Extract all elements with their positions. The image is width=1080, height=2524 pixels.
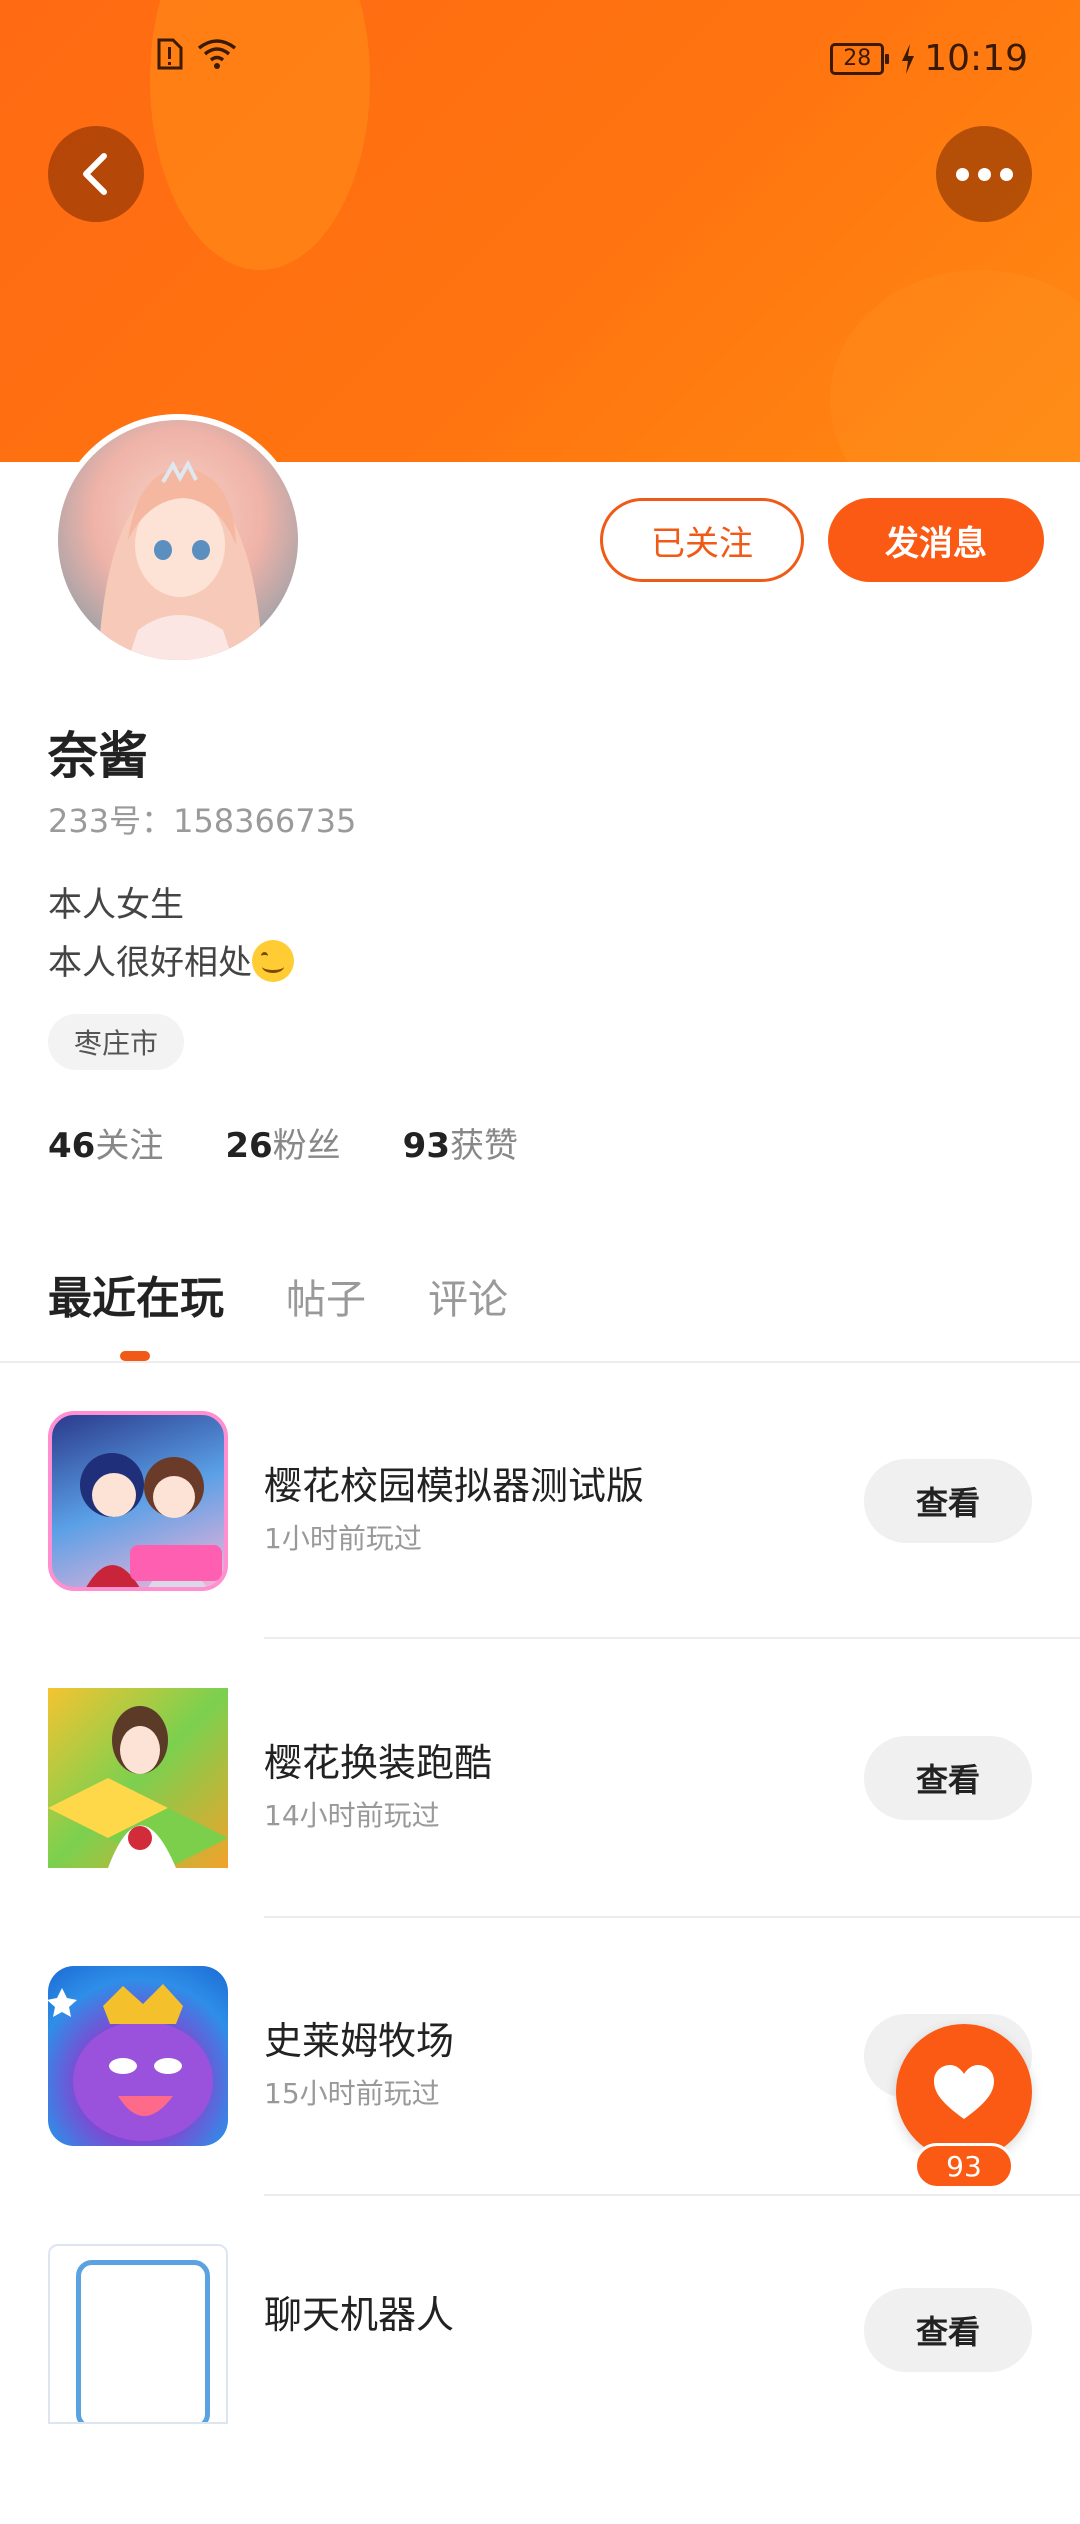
back-button[interactable] [48, 126, 144, 222]
battery-icon: 28 [830, 42, 890, 75]
game-last-played: 14小时前玩过 [264, 1799, 440, 1832]
view-game-button[interactable]: 查看 [864, 1459, 1032, 1543]
location-tag: 枣庄市 [48, 1014, 185, 1070]
divider [264, 1916, 1080, 1918]
stat-fans[interactable]: 26粉丝 [225, 1118, 340, 1167]
stat-following[interactable]: 46关注 [48, 1118, 163, 1167]
game-list-item[interactable]: 樱花校园模拟器测试版 1小时前玩过 查看 [0, 1411, 1080, 1691]
game-icon [48, 1411, 228, 1591]
heart-icon [934, 2065, 994, 2119]
game-name: 史莱姆牧场 [264, 2019, 455, 2063]
game-name: 樱花换装跑酷 [264, 1741, 493, 1785]
game-last-played: 15小时前玩过 [264, 2077, 440, 2110]
wifi-icon [197, 39, 237, 69]
user-id: 233号：158366735 [48, 802, 357, 840]
active-tab-indicator [120, 1351, 150, 1361]
profile-tabs: 最近在玩 帖子 评论 [48, 1262, 508, 1326]
game-icon [48, 1966, 228, 2146]
header-decoration [830, 270, 1080, 462]
game-icon [48, 2244, 228, 2424]
user-name: 奈酱 [48, 727, 148, 785]
avatar-image [58, 420, 298, 660]
smile-emoji-icon [252, 940, 294, 982]
status-bar: 28 10:19 [0, 0, 1080, 120]
divider [0, 1361, 1080, 1363]
tab-posts[interactable]: 帖子 [286, 1267, 366, 1325]
game-list-item[interactable]: 樱花换装跑酷 14小时前玩过 查看 [0, 1688, 1080, 1968]
divider [264, 1637, 1080, 1639]
bio-line: 本人女生 [48, 885, 184, 925]
send-message-button[interactable]: 发消息 [828, 498, 1044, 582]
game-list-item[interactable]: 聊天机器人 查看 [0, 2244, 1080, 2524]
clock: 10:19 [924, 38, 1028, 79]
user-bio: 本人女生 本人很好相处 [48, 876, 294, 992]
profile-stats: 46关注 26粉丝 93获赞 [48, 1118, 518, 1167]
more-dots-icon [955, 167, 1013, 181]
bio-line: 本人很好相处 [48, 934, 294, 992]
chevron-left-icon [83, 153, 107, 195]
view-game-button[interactable]: 查看 [864, 2288, 1032, 2372]
alert-sim-icon [157, 38, 183, 70]
avatar[interactable] [52, 414, 304, 666]
view-game-button[interactable]: 查看 [864, 1736, 1032, 1820]
game-last-played: 1小时前玩过 [264, 1522, 422, 1555]
game-name: 樱花校园模拟器测试版 [264, 1464, 645, 1508]
tab-recently-played[interactable]: 最近在玩 [48, 1262, 224, 1326]
divider [264, 2194, 1080, 2196]
more-options-button[interactable] [936, 126, 1032, 222]
game-name: 聊天机器人 [264, 2293, 455, 2337]
tab-comments[interactable]: 评论 [428, 1267, 508, 1325]
following-button[interactable]: 已关注 [600, 498, 804, 582]
game-icon [48, 1688, 228, 1868]
stat-likes[interactable]: 93获赞 [403, 1118, 518, 1167]
like-button[interactable] [896, 2024, 1032, 2160]
like-count-badge: 93 [914, 2143, 1014, 2189]
charging-icon [902, 43, 915, 74]
